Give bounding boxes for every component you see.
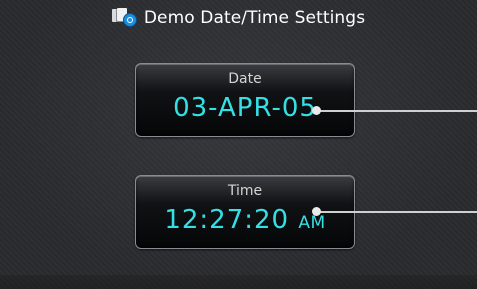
time-meridiem: AM	[298, 213, 326, 233]
time-callout-line	[318, 211, 477, 213]
demo-date-time-screen: Demo Date/Time Settings Date 03-APR-05 T…	[0, 0, 477, 289]
time-value-text: 12:27:20	[164, 205, 290, 235]
date-time-settings-icon	[111, 8, 138, 28]
time-callout-dot	[312, 207, 321, 216]
date-callout-dot	[312, 106, 321, 115]
date-label: Date	[228, 71, 262, 87]
page-title: Demo Date/Time Settings	[143, 8, 366, 28]
title-bar: Demo Date/Time Settings	[0, 6, 477, 30]
date-callout-line	[318, 110, 477, 112]
date-value: 03-APR-05	[136, 94, 354, 122]
date-value-text: 03-APR-05	[173, 93, 317, 123]
time-label: Time	[227, 183, 263, 199]
date-button[interactable]: Date 03-APR-05	[135, 63, 355, 137]
